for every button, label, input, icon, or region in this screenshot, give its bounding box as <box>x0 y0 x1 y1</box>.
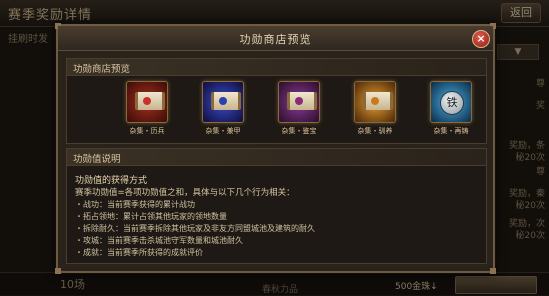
shop-item[interactable]: 杂集・兼甲 <box>201 81 245 136</box>
panel-title: 功勋商店预览 <box>73 64 131 75</box>
merit-explanation-panel: 功勋值说明 功勋值的获得方式 赛季功勋值=各项功勋值之和，具体与以下几个行为相关… <box>66 148 487 264</box>
item-label: 杂集・兼甲 <box>205 127 241 135</box>
scroll-icon <box>278 81 320 123</box>
merit-shop-modal: 功勋商店预览 × 功勋商店预览 杂集・历兵 杂集・兼甲 杂集・鉴宝 杂集・驯养 … <box>55 23 496 274</box>
coin-glyph: 铁 <box>440 91 464 115</box>
panel-header: 功勋商店预览 <box>67 59 486 76</box>
merit-line: ・拆除耐久：当前赛季拆除其他玩家及非友方同盟城池及建筑的耐久 <box>75 224 315 233</box>
shop-item[interactable]: 铁 杂集・再铸 <box>429 81 473 136</box>
merit-intro: 赛季功勋值=各项功勋值之和，具体与以下几个行为相关： <box>75 188 295 198</box>
shop-preview-panel: 功勋商店预览 杂集・历兵 杂集・兼甲 杂集・鉴宝 杂集・驯养 铁 杂集・再铸 <box>66 58 487 144</box>
modal-title: 功勋商店预览 <box>239 33 312 46</box>
frame-corner <box>55 268 61 274</box>
merit-line: ・攻城：当前赛季击杀城池守军数量和城池耐久 <box>75 236 243 245</box>
shop-item[interactable]: 杂集・鉴宝 <box>277 81 321 136</box>
scroll-icon <box>126 81 168 123</box>
seal-mark <box>295 97 303 105</box>
close-icon[interactable]: × <box>472 30 490 48</box>
coin-icon: 铁 <box>430 81 472 123</box>
item-label: 杂集・再铸 <box>433 127 469 135</box>
item-label: 杂集・驯养 <box>357 127 393 135</box>
panel-header: 功勋值说明 <box>67 149 486 166</box>
shop-item[interactable]: 杂集・历兵 <box>125 81 169 136</box>
scroll-icon <box>202 81 244 123</box>
shop-item[interactable]: 杂集・驯养 <box>353 81 397 136</box>
item-label: 杂集・鉴宝 <box>281 127 317 135</box>
item-label: 杂集・历兵 <box>129 127 165 135</box>
merit-line: ・成就：当前赛季所获得的成就评价 <box>75 248 203 257</box>
seal-mark <box>371 97 379 105</box>
merit-heading: 功勋值的获得方式 <box>75 176 148 186</box>
modal-titlebar: 功勋商店预览 × <box>58 26 493 51</box>
seal-mark <box>219 97 227 105</box>
frame-corner <box>490 268 496 274</box>
merit-line: ・拓占领地：累计占领其他玩家的领地数量 <box>75 212 227 221</box>
panel-title: 功勋值说明 <box>73 154 121 165</box>
merit-line: ・战功：当前赛季获得的累计战功 <box>75 200 195 209</box>
seal-mark <box>143 97 151 105</box>
scroll-icon <box>354 81 396 123</box>
